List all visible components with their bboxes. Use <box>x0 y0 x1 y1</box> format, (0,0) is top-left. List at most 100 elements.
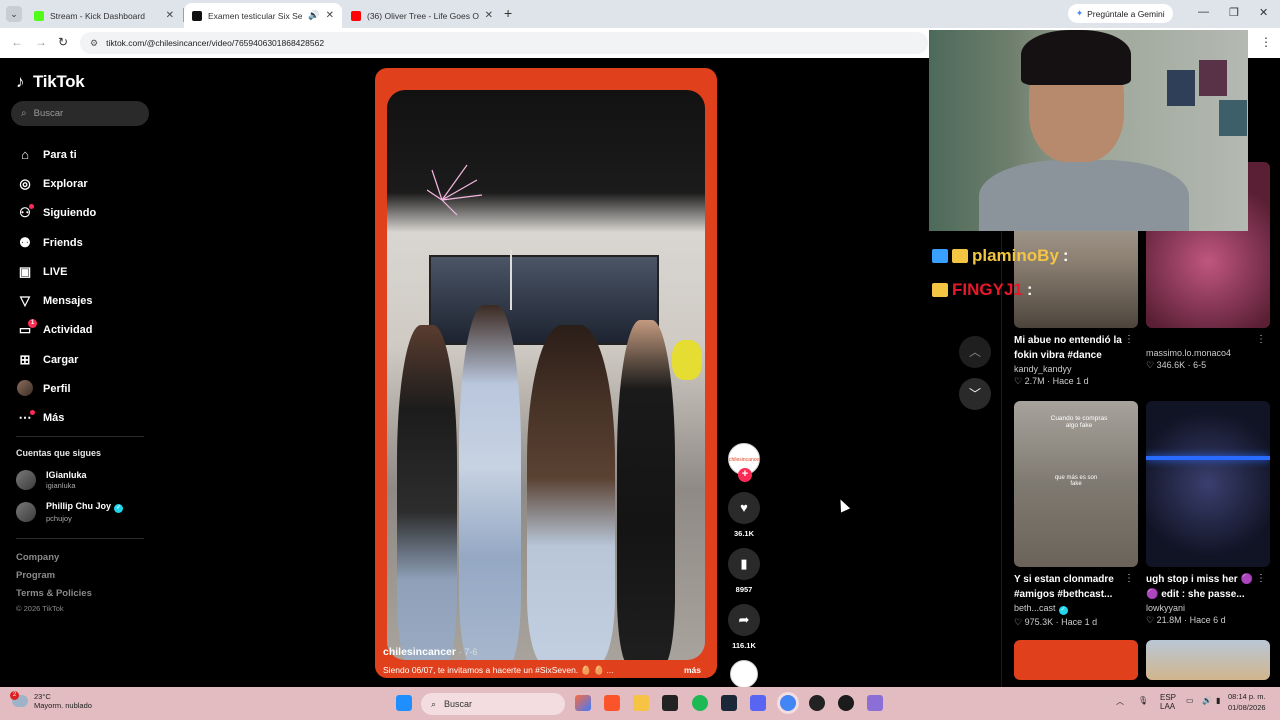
language-indicator[interactable]: ESP LAA <box>1160 693 1176 711</box>
more-caption-button[interactable]: más <box>684 665 701 675</box>
like-button[interactable]: ♥ <box>728 492 760 524</box>
nav-perfil[interactable]: Perfil <box>16 374 96 403</box>
reload-button[interactable]: ↻ <box>58 35 68 49</box>
stream-chat-overlay: plaminoBy : FINGYJ1 : <box>932 239 1069 307</box>
maximize-button[interactable]: ❐ <box>1229 6 1239 19</box>
video-card[interactable] <box>1146 640 1270 680</box>
chrome-icon[interactable] <box>780 695 796 711</box>
nav-live[interactable]: ▣ LIVE <box>16 257 96 286</box>
friends-icon: ⚉ <box>19 234 31 250</box>
save-button[interactable]: ▮ <box>728 548 760 580</box>
minimize-button[interactable]: — <box>1198 6 1209 18</box>
card-menu-icon[interactable]: ⋮ <box>1124 573 1134 584</box>
video-author[interactable]: chilesincancer · 7-6 <box>383 646 477 658</box>
volume-icon[interactable]: 🔊 <box>1202 696 1212 705</box>
close-window-button[interactable]: ✕ <box>1259 6 1268 19</box>
discord-icon[interactable] <box>750 695 766 711</box>
footer-link-company[interactable]: Company <box>16 552 59 563</box>
xbox-icon[interactable] <box>662 695 678 711</box>
tab-search-button[interactable]: ⌄ <box>6 6 22 22</box>
card-menu-icon[interactable]: ⋮ <box>1256 334 1266 345</box>
gemini-sparkle-icon: ✦ <box>1076 8 1084 18</box>
follow-plus-icon[interactable]: + <box>738 468 752 482</box>
nav-mas[interactable]: ⋯ Más <box>16 404 96 433</box>
url-text: tiktok.com/@chilesincancer/video/7659406… <box>106 38 325 48</box>
crown-icon <box>952 249 968 263</box>
live-icon: ▣ <box>18 263 32 279</box>
app-icon[interactable] <box>867 695 883 711</box>
tiktok-logo[interactable]: ♪ TikTok <box>16 72 85 92</box>
author-avatar[interactable]: chilesincancer + <box>728 443 761 482</box>
app-icon[interactable] <box>838 695 854 711</box>
card-menu-icon[interactable]: ⋮ <box>1124 334 1134 345</box>
tv-screen <box>429 255 659 345</box>
card-menu-icon[interactable]: ⋮ <box>1256 573 1266 584</box>
nav-siguiendo[interactable]: ⚇ Siguiendo <box>16 199 96 228</box>
gemini-button[interactable]: ✦ Pregúntale a Gemini <box>1068 4 1173 23</box>
home-icon: ⌂ <box>21 147 29 163</box>
previous-video-button[interactable]: ︿ <box>959 336 991 368</box>
battery-icon[interactable]: ▮ <box>1216 696 1220 705</box>
site-info-icon[interactable]: ⚙ <box>90 38 98 49</box>
video-card[interactable]: Cuando te compras algo fake que más es s… <box>1014 401 1138 628</box>
browser-menu-icon[interactable]: ⋮ <box>1260 35 1272 49</box>
nav-para-ti[interactable]: ⌂ Para ti <box>16 140 96 169</box>
speaker-icon[interactable]: 🔊 <box>308 10 319 21</box>
file-explorer-icon[interactable] <box>633 695 649 711</box>
video-card[interactable] <box>1014 640 1138 680</box>
video-player[interactable]: chilesincancer · 7-6 Siendo 06/07, te in… <box>375 68 717 678</box>
following-item[interactable]: Phillip Chu Joy ✓ pchujoy <box>16 501 124 523</box>
webcam-overlay <box>929 30 1248 231</box>
share-count: 116.1K <box>732 641 756 650</box>
avatar <box>16 502 36 522</box>
chevron-down-icon: ﹀ <box>968 387 981 401</box>
start-button[interactable] <box>396 695 412 711</box>
chat-message: plaminoBy : <box>932 239 1069 273</box>
close-tab-icon[interactable]: ✕ <box>166 10 174 21</box>
microphone-icon[interactable]: 🎙 <box>1138 696 1148 705</box>
search-input[interactable]: ⌕ Buscar <box>11 101 149 126</box>
footer-link-terms[interactable]: Terms & Policies <box>16 588 92 599</box>
bookmark-icon: ▮ <box>740 556 748 571</box>
tab-tiktok[interactable]: Examen testicular Six Seven 🔊 ✕ <box>184 3 342 28</box>
nav-cargar[interactable]: ⊞ Cargar <box>16 345 96 374</box>
sidebar-nav: ⌂ Para ti ◎ Explorar ⚇ Siguiendo ⚉ Friends ▣… <box>16 140 96 433</box>
tiktok-note-icon: ♪ <box>16 72 25 91</box>
obs-icon[interactable] <box>809 695 825 711</box>
messages-icon: ▽ <box>20 293 30 309</box>
taskbar-search[interactable]: ⌕ Buscar <box>421 693 565 715</box>
network-icon[interactable]: ▭ <box>1186 696 1194 705</box>
search-icon: ⌕ <box>431 698 437 709</box>
copilot-icon[interactable] <box>575 695 591 711</box>
nav-explorar[interactable]: ◎ Explorar <box>16 169 96 198</box>
footer-link-program[interactable]: Program <box>16 570 55 581</box>
address-bar[interactable]: ⚙ tiktok.com/@chilesincancer/video/76594… <box>80 32 928 54</box>
forward-button[interactable]: → <box>35 35 47 49</box>
chevron-up-icon: ︿ <box>968 345 981 359</box>
tab-youtube[interactable]: (36) Oliver Tree - Life Goes On | ✕ <box>343 3 501 28</box>
upload-icon: ⊞ <box>19 351 31 367</box>
chevron-up-icon[interactable]: ︿ <box>1116 696 1124 707</box>
profile-avatar <box>17 379 33 396</box>
tab-kick[interactable]: Stream - Kick Dashboard ✕ <box>26 3 182 28</box>
close-tab-icon[interactable]: ✕ <box>326 10 334 21</box>
clock[interactable]: 08:14 p. m. 01/08/2026 <box>1228 691 1266 713</box>
nav-actividad[interactable]: ▭ 1 Actividad <box>16 316 96 345</box>
next-video-button[interactable]: ﹀ <box>959 378 991 410</box>
tab-tiktok-title: Examen testicular Six Seven <box>208 10 303 21</box>
video-card[interactable]: ⋮ ugh stop i miss her 🟣 🟣 edit : she pas… <box>1146 401 1270 626</box>
weather-widget[interactable]: 2 23°C Mayorm. nublado <box>10 691 92 710</box>
steam-icon[interactable] <box>721 695 737 711</box>
sound-avatar[interactable] <box>730 660 758 688</box>
following-item[interactable]: IGianluka igianluka <box>16 470 87 490</box>
verified-icon: ✓ <box>114 504 124 513</box>
back-button[interactable]: ← <box>11 35 23 49</box>
new-tab-button[interactable]: + <box>504 5 512 21</box>
close-tab-icon[interactable]: ✕ <box>485 10 493 21</box>
video-thumbnail <box>1146 401 1270 567</box>
spotify-icon[interactable] <box>692 695 708 711</box>
nav-friends[interactable]: ⚉ Friends <box>16 228 96 257</box>
share-button[interactable]: ➦ <box>728 604 760 636</box>
brave-icon[interactable] <box>604 695 620 711</box>
nav-mensajes[interactable]: ▽ Mensajes <box>16 286 96 315</box>
